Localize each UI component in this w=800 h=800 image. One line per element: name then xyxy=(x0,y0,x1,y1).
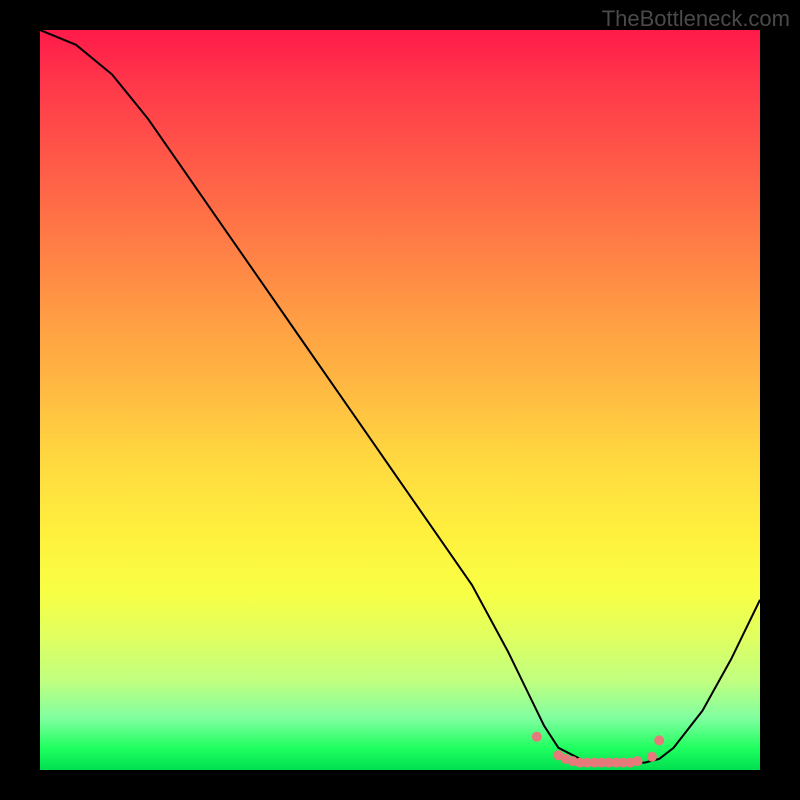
watermark-text: TheBottleneck.com xyxy=(602,6,790,32)
sweet-spot-dot xyxy=(654,735,664,745)
sweet-spot-dot xyxy=(532,732,542,742)
chart-plot-area xyxy=(40,30,760,770)
sweet-spot-dot xyxy=(633,756,643,766)
bottleneck-curve xyxy=(40,30,760,763)
chart-svg xyxy=(40,30,760,770)
sweet-spot-dot xyxy=(647,752,657,762)
